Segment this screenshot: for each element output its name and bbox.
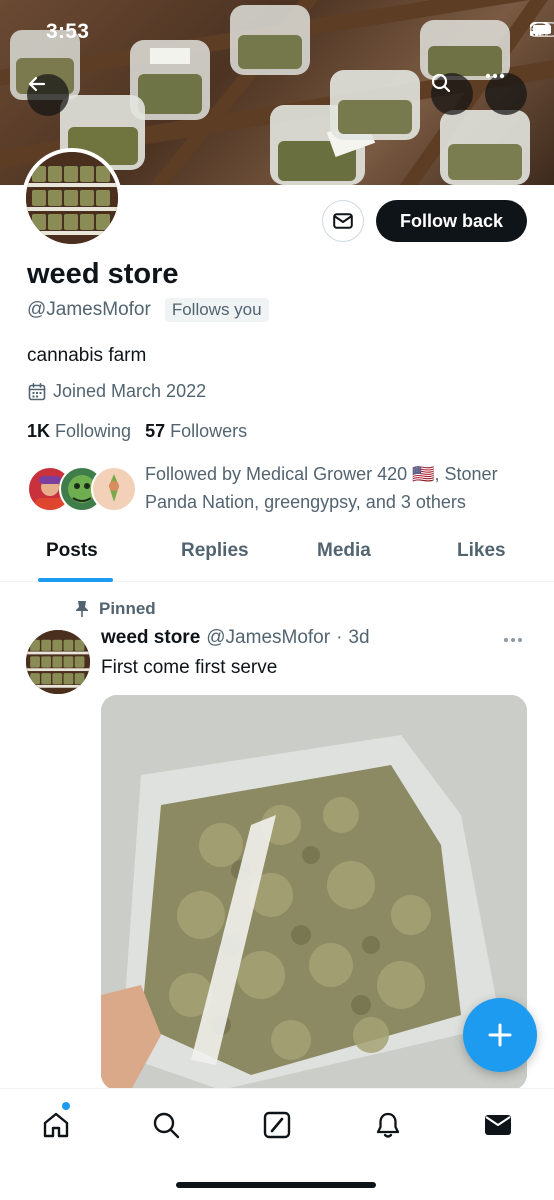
follow-back-button[interactable]: Follow back xyxy=(376,200,527,242)
post-separator: · xyxy=(336,627,343,648)
following-label: Following xyxy=(55,421,132,441)
profile-tabs: Posts Replies Media Likes xyxy=(0,528,554,582)
followed-by-section[interactable]: Followed by Medical Grower 420 🇺🇸, Stone… xyxy=(27,460,535,516)
nav-compose[interactable] xyxy=(257,1105,297,1145)
status-time: 3:53 xyxy=(46,20,90,43)
joined-date: Joined March 2022 xyxy=(27,381,206,402)
more-button[interactable] xyxy=(485,73,527,115)
nav-home[interactable] xyxy=(36,1105,76,1145)
profile-display-name: weed store xyxy=(27,258,179,290)
store-shelves-image xyxy=(26,630,90,694)
tab-replies[interactable]: Replies xyxy=(181,540,249,562)
post-author-avatar[interactable] xyxy=(26,630,90,694)
home-indicator xyxy=(176,1182,376,1188)
following-count: 1K xyxy=(27,421,51,441)
follows-you-badge: Follows you xyxy=(164,298,269,322)
battery-icon xyxy=(530,22,554,37)
more-horizontal-icon xyxy=(485,73,505,79)
nav-messages[interactable] xyxy=(478,1105,518,1145)
nav-search[interactable] xyxy=(146,1105,186,1145)
mail-icon xyxy=(333,213,353,229)
post-author-name[interactable]: weed store xyxy=(101,627,200,649)
profile-avatar[interactable] xyxy=(22,148,122,248)
following-link[interactable]: 1K Following xyxy=(27,421,131,442)
back-button[interactable] xyxy=(27,74,69,116)
compose-icon xyxy=(263,1111,291,1139)
followers-label: Followers xyxy=(170,421,248,441)
bell-icon xyxy=(376,1112,400,1138)
tab-posts[interactable]: Posts xyxy=(46,540,98,562)
follower-avatar-3 xyxy=(91,466,137,512)
post-more-button[interactable] xyxy=(503,630,523,648)
post-age: 3d xyxy=(348,627,370,648)
home-unread-dot xyxy=(62,1102,70,1110)
followers-count: 57 xyxy=(145,421,166,441)
tab-likes[interactable]: Likes xyxy=(457,540,506,562)
profile-handle-row: @JamesMofor Follows you xyxy=(27,298,269,322)
search-icon xyxy=(431,73,451,93)
profile-bio: cannabis farm xyxy=(27,345,147,366)
nav-notifications[interactable] xyxy=(368,1105,408,1145)
follow-stats: 1K Following 57 Followers xyxy=(27,421,247,442)
compose-fab[interactable] xyxy=(463,998,537,1072)
pinned-label: Pinned xyxy=(99,599,156,618)
pinned-indicator: Pinned xyxy=(74,599,156,619)
post-text: First come first serve xyxy=(101,657,278,678)
plus-icon xyxy=(488,1023,512,1047)
calendar-icon xyxy=(28,382,46,400)
search-icon xyxy=(153,1112,180,1139)
profile-handle: @JamesMofor xyxy=(27,299,151,320)
home-icon xyxy=(43,1112,69,1138)
active-tab-indicator xyxy=(38,578,113,582)
joined-date-text: Joined March 2022 xyxy=(53,381,207,401)
arrow-left-icon xyxy=(28,76,46,92)
post-header: weed store @JamesMofor · 3d xyxy=(101,627,370,649)
followed-by-text: Followed by Medical Grower 420 🇺🇸, Stone… xyxy=(145,464,498,512)
followers-link[interactable]: 57 Followers xyxy=(145,421,247,442)
followed-by-avatars xyxy=(27,466,137,516)
message-button[interactable] xyxy=(322,200,364,242)
post-author-handle[interactable]: @JamesMofor xyxy=(206,627,330,649)
mail-icon xyxy=(485,1115,511,1135)
store-shelves-image xyxy=(26,152,118,244)
pin-icon xyxy=(76,601,88,617)
more-horizontal-icon xyxy=(504,638,522,642)
tab-media[interactable]: Media xyxy=(317,540,371,562)
search-button[interactable] xyxy=(431,73,473,115)
